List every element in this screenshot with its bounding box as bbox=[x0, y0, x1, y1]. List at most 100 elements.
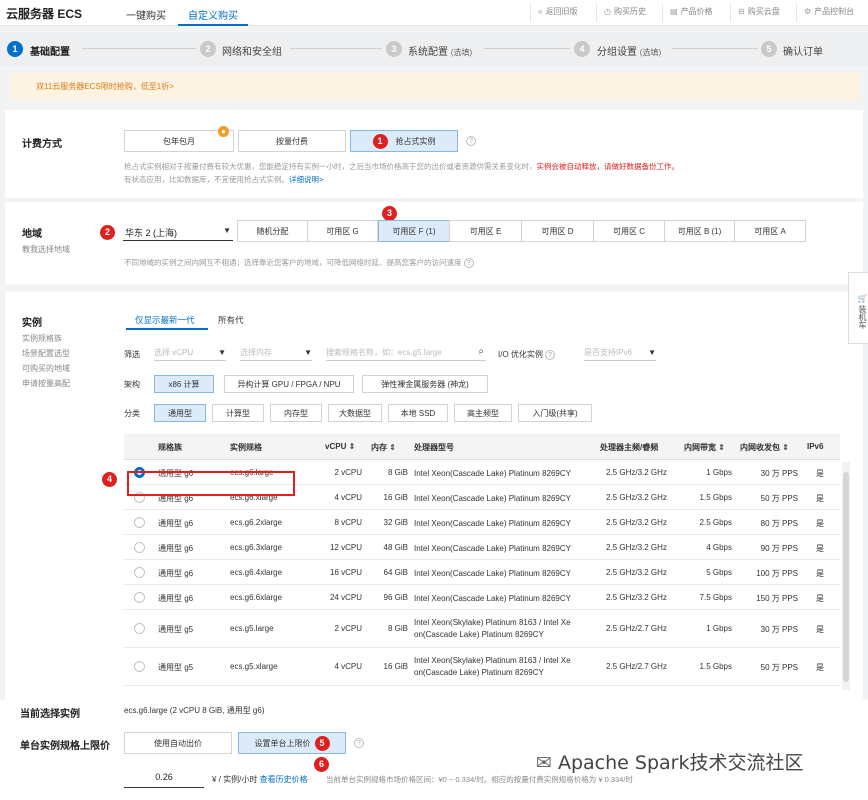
set-max-price-button[interactable]: 设置单台上限价 5 bbox=[238, 732, 346, 754]
cell-family: 通用型 g6 bbox=[158, 518, 194, 528]
cell-bandwidth: 7.5 Gbps bbox=[699, 592, 732, 602]
processor-line-1: Intel Xeon(Skylake) Platinum 8163 / Inte… bbox=[414, 656, 571, 665]
cell-bandwidth: 1.5 Gbps bbox=[699, 662, 732, 671]
cart-sidebar[interactable]: 🛒 装机车 bbox=[848, 272, 868, 344]
processor-line-2: on(Cascade Lake) Platinum 8269CY bbox=[414, 630, 544, 639]
cell-memory: 8 GiB bbox=[387, 624, 408, 633]
cell-ipv6: 是 bbox=[816, 468, 824, 478]
cell-ipv6: 是 bbox=[816, 493, 824, 503]
current-instance-value: ecs.g6.large (2 vCPU 8 GiB, 通用型 g6) bbox=[124, 706, 265, 715]
cell-family: 通用型 g5 bbox=[158, 663, 194, 672]
cell-memory: 32 GiB bbox=[383, 517, 408, 527]
cell-vcpu: 2 vCPU bbox=[334, 467, 362, 477]
wechat-icon: ✉ bbox=[536, 752, 552, 774]
cell-ipv6: 是 bbox=[816, 593, 824, 603]
cell-frequency: 2.5 GHz/3.2 GHz bbox=[606, 492, 667, 502]
processor-line-1: Intel Xeon(Cascade Lake) Platinum 8269CY bbox=[414, 518, 571, 528]
cell-processor: Intel Xeon(Cascade Lake) Platinum 8269CY bbox=[414, 593, 594, 605]
cart-icon: 🛒 bbox=[858, 293, 867, 303]
cell-ipv6: 是 bbox=[816, 543, 824, 553]
cell-processor: Intel Xeon(Cascade Lake) Platinum 8269CY bbox=[414, 543, 594, 555]
cell-bandwidth: 4 Gbps bbox=[706, 542, 732, 552]
table-scrollbar-thumb[interactable] bbox=[843, 472, 849, 682]
cell-bandwidth: 1.5 Gbps bbox=[699, 492, 732, 502]
cell-vcpu: 16 vCPU bbox=[329, 567, 362, 577]
cell-spec: ecs.g5.large bbox=[230, 624, 274, 633]
cell-memory: 64 GiB bbox=[383, 567, 408, 577]
cell-spec: ecs.g6.6xlarge bbox=[230, 592, 283, 602]
cell-spec: ecs.g6.3xlarge bbox=[230, 542, 283, 552]
cell-vcpu: 24 vCPU bbox=[329, 592, 362, 602]
set-max-price-label: 设置单台上限价 bbox=[254, 738, 311, 748]
cell-family: 通用型 g6 bbox=[158, 568, 194, 578]
cell-frequency: 2.5 GHz/3.2 GHz bbox=[606, 567, 667, 577]
cell-ipv6: 是 bbox=[816, 625, 824, 634]
cell-pps: 50 万 PPS bbox=[760, 663, 798, 672]
max-price-input[interactable]: 0.26 bbox=[124, 772, 204, 788]
row-radio[interactable] bbox=[134, 541, 145, 553]
price-history-link[interactable]: 查看历史价格 bbox=[260, 775, 308, 784]
cell-spec: ecs.g5.xlarge bbox=[230, 662, 278, 671]
cell-memory: 8 GiB bbox=[387, 467, 408, 477]
cell-pps: 150 万 PPS bbox=[756, 593, 798, 603]
watermark-text: Apache Spark技术交流社区 bbox=[557, 752, 804, 774]
cell-spec: ecs.g6.2xlarge bbox=[230, 517, 283, 527]
cell-processor: Intel Xeon(Cascade Lake) Platinum 8269CY bbox=[414, 518, 594, 530]
cell-pps: 50 万 PPS bbox=[760, 493, 798, 503]
cell-vcpu: 4 vCPU bbox=[334, 662, 362, 671]
cell-bandwidth: 5 Gbps bbox=[706, 567, 732, 577]
cell-ipv6: 是 bbox=[816, 568, 824, 578]
cell-memory: 48 GiB bbox=[383, 542, 408, 552]
cell-processor: Intel Xeon(Skylake) Platinum 8163 / Inte… bbox=[414, 655, 594, 679]
row-radio[interactable] bbox=[134, 591, 145, 603]
processor-line-1: Intel Xeon(Skylake) Platinum 8163 / Inte… bbox=[414, 618, 571, 627]
cell-ipv6: 是 bbox=[816, 518, 824, 528]
cell-processor: Intel Xeon(Cascade Lake) Platinum 8269CY bbox=[414, 493, 594, 505]
cell-vcpu: 4 vCPU bbox=[334, 492, 362, 502]
cell-family: 通用型 g6 bbox=[158, 543, 194, 553]
cell-bandwidth: 1 Gbps bbox=[706, 624, 732, 633]
auto-bid-button[interactable]: 使用自动出价 bbox=[124, 732, 232, 754]
cell-memory: 16 GiB bbox=[383, 662, 408, 671]
processor-line-1: Intel Xeon(Cascade Lake) Platinum 8269CY bbox=[414, 568, 571, 578]
row-radio[interactable] bbox=[134, 566, 145, 578]
cell-ipv6: 是 bbox=[816, 663, 824, 672]
cell-frequency: 2.5 GHz/3.2 GHz bbox=[606, 542, 667, 552]
cell-memory: 16 GiB bbox=[383, 492, 408, 502]
cell-vcpu: 2 vCPU bbox=[334, 624, 362, 633]
row-radio[interactable] bbox=[134, 661, 145, 672]
selected-row-highlight bbox=[127, 471, 295, 496]
processor-line-2: on(Cascade Lake) Platinum 8269CY bbox=[414, 668, 544, 677]
cell-frequency: 2.5 GHz/3.2 GHz bbox=[606, 592, 667, 602]
cell-bandwidth: 2.5 Gbps bbox=[699, 517, 732, 527]
row-radio[interactable] bbox=[134, 516, 145, 528]
cell-frequency: 2.5 GHz/2.7 GHz bbox=[606, 662, 667, 671]
cart-label: 装机车 bbox=[858, 305, 867, 329]
cell-pps: 100 万 PPS bbox=[756, 568, 798, 578]
row-radio[interactable] bbox=[134, 623, 145, 634]
price-limit-label: 单台实例规格上限价 bbox=[20, 741, 110, 752]
cell-spec: ecs.g6.4xlarge bbox=[230, 567, 283, 577]
cell-pps: 90 万 PPS bbox=[760, 543, 798, 553]
annotation-badge-6: 6 bbox=[314, 757, 329, 772]
help-icon[interactable]: ? bbox=[354, 738, 364, 748]
price-range-note: 当前单台实例规格市场价格区间：¥0 ~ 0.334/时。相应的按量付费实例规格价… bbox=[326, 775, 633, 784]
processor-line-1: Intel Xeon(Cascade Lake) Platinum 8269CY bbox=[414, 543, 571, 553]
price-unit: ¥ / 实例/小时 查看历史价格 bbox=[212, 774, 308, 785]
cell-frequency: 2.5 GHz/2.7 GHz bbox=[606, 624, 667, 633]
cell-processor: Intel Xeon(Cascade Lake) Platinum 8269CY bbox=[414, 568, 594, 580]
processor-line-1: Intel Xeon(Cascade Lake) Platinum 8269CY bbox=[414, 593, 571, 603]
price-unit-text: ¥ / 实例/小时 bbox=[212, 775, 258, 784]
cell-pps: 30 万 PPS bbox=[760, 468, 798, 478]
cell-processor: Intel Xeon(Cascade Lake) Platinum 8269CY bbox=[414, 468, 594, 480]
processor-line-1: Intel Xeon(Cascade Lake) Platinum 8269CY bbox=[414, 493, 571, 503]
instance-table-body: 通用型 g6 ecs.g6.large 2 vCPU 8 GiB 2.5 GHz/3.2… bbox=[0, 0, 868, 690]
cell-pps: 30 万 PPS bbox=[760, 625, 798, 634]
current-instance-label: 当前选择实例 bbox=[20, 709, 80, 720]
cell-pps: 80 万 PPS bbox=[760, 518, 798, 528]
watermark: ✉ Apache Spark技术交流社区 bbox=[536, 748, 803, 775]
cell-family: 通用型 g5 bbox=[158, 625, 194, 634]
cell-bandwidth: 1 Gbps bbox=[706, 467, 732, 477]
processor-line-1: Intel Xeon(Cascade Lake) Platinum 8269CY bbox=[414, 468, 571, 478]
cell-vcpu: 12 vCPU bbox=[329, 542, 362, 552]
